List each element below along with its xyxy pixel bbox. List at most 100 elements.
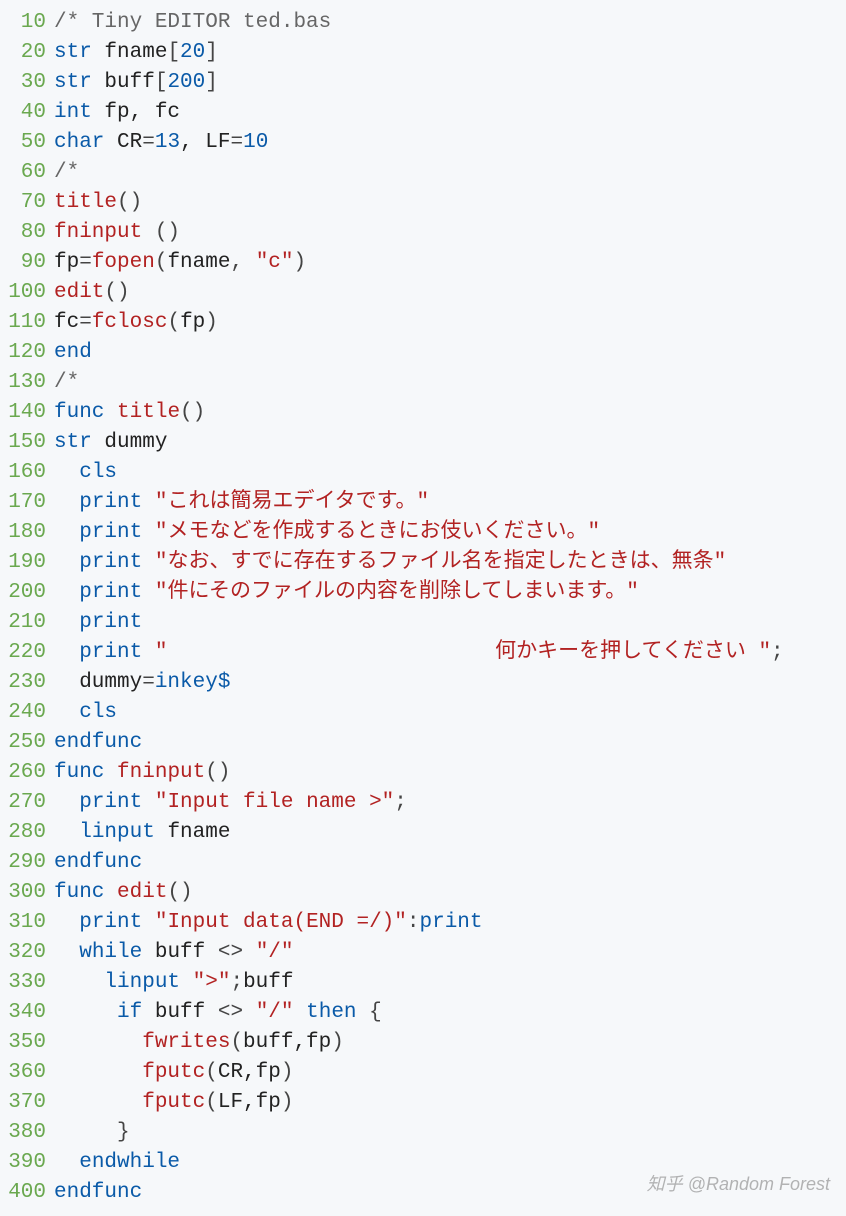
code-line: 10/* Tiny EDITOR ted.bas (0, 8, 846, 38)
token-id (142, 521, 155, 544)
code-content: cls (54, 458, 846, 488)
token-id (54, 971, 104, 994)
token-id: fname (155, 821, 231, 844)
token-str: "Input data(END =/)" (155, 911, 407, 934)
token-num: 13 (155, 131, 180, 154)
line-number: 200 (0, 578, 54, 608)
code-content: dummy=inkey$ (54, 668, 846, 698)
line-number: 350 (0, 1028, 54, 1058)
token-id: buff (142, 941, 218, 964)
token-id: fname (167, 251, 230, 274)
token-id (54, 1121, 117, 1144)
token-id (142, 581, 155, 604)
token-punc: ( (205, 1091, 218, 1114)
token-id (54, 911, 79, 934)
code-content: endfunc (54, 728, 846, 758)
token-punc: ; (230, 971, 243, 994)
token-id (54, 1151, 79, 1174)
line-number: 90 (0, 248, 54, 278)
code-content: func title() (54, 398, 846, 428)
token-fn: edit (117, 881, 167, 904)
token-punc: ( (205, 1061, 218, 1084)
token-id (54, 521, 79, 544)
code-line: 360 fputc(CR,fp) (0, 1058, 846, 1088)
token-kw: func (54, 401, 104, 424)
line-number: 30 (0, 68, 54, 98)
token-id (104, 401, 117, 424)
line-number: 390 (0, 1148, 54, 1178)
line-number: 340 (0, 998, 54, 1028)
code-line: 100edit() (0, 278, 846, 308)
token-id (142, 641, 155, 664)
line-number: 190 (0, 548, 54, 578)
token-id: LF,fp (218, 1091, 281, 1114)
line-number: 130 (0, 368, 54, 398)
code-line: 230 dummy=inkey$ (0, 668, 846, 698)
token-id: fname (92, 41, 168, 64)
token-kw: func (54, 881, 104, 904)
line-number: 180 (0, 518, 54, 548)
code-line: 20str fname[20] (0, 38, 846, 68)
token-kw: int (54, 101, 92, 124)
token-kw: str (54, 71, 92, 94)
code-content: print "これは簡易エデイタです。" (54, 488, 846, 518)
code-line: 50char CR=13, LF=10 (0, 128, 846, 158)
token-kw: print (79, 611, 142, 634)
token-punc: { (369, 1001, 382, 1024)
code-content: print " 何かキーを押してください "; (54, 638, 846, 668)
token-kw: func (54, 761, 104, 784)
code-content: end (54, 338, 846, 368)
token-kw: print (79, 791, 142, 814)
token-punc: ( (230, 1031, 243, 1054)
code-line: 90fp=fopen(fname, "c") (0, 248, 846, 278)
code-line: 240 cls (0, 698, 846, 728)
token-punc: } (117, 1121, 130, 1144)
code-line: 30str buff[200] (0, 68, 846, 98)
line-number: 80 (0, 218, 54, 248)
token-op: = (142, 671, 155, 694)
token-fn: title (54, 191, 117, 214)
token-id (142, 221, 155, 244)
token-str: "c" (256, 251, 294, 274)
line-number: 210 (0, 608, 54, 638)
code-line: 250endfunc (0, 728, 846, 758)
code-content: print "Input file name >"; (54, 788, 846, 818)
line-number: 290 (0, 848, 54, 878)
token-cmt: /* Tiny EDITOR ted.bas (54, 11, 331, 34)
code-line: 210 print (0, 608, 846, 638)
token-fn: fputc (142, 1091, 205, 1114)
token-id: buff,fp (243, 1031, 331, 1054)
code-line: 40int fp, fc (0, 98, 846, 128)
code-line: 70title() (0, 188, 846, 218)
code-content: /* (54, 368, 846, 398)
token-id (357, 1001, 370, 1024)
token-kw: print (79, 551, 142, 574)
token-kw: print (79, 641, 142, 664)
token-id (54, 821, 79, 844)
token-punc: [ (167, 41, 180, 64)
token-kw: endfunc (54, 731, 142, 754)
token-fn: edit (54, 281, 104, 304)
token-fn: title (117, 401, 180, 424)
code-content: /* Tiny EDITOR ted.bas (54, 8, 846, 38)
token-str: "なお、すでに存在するファイル名を指定したときは、無条" (155, 551, 726, 574)
code-line: 150str dummy (0, 428, 846, 458)
token-id: CR (104, 131, 142, 154)
code-content: print (54, 608, 846, 638)
token-op: = (142, 131, 155, 154)
token-id (180, 971, 193, 994)
token-op: <> (218, 941, 243, 964)
code-content: print "メモなどを作成するときにお伎いください。" (54, 518, 846, 548)
line-number: 300 (0, 878, 54, 908)
token-id: buff (243, 971, 293, 994)
token-punc: () (117, 191, 142, 214)
code-content: } (54, 1118, 846, 1148)
token-punc: ) (281, 1091, 294, 1114)
code-line: 340 if buff <> "/" then { (0, 998, 846, 1028)
line-number: 40 (0, 98, 54, 128)
token-op: = (230, 131, 243, 154)
code-content: cls (54, 698, 846, 728)
token-punc: [ (155, 71, 168, 94)
token-id (54, 551, 79, 574)
token-id (54, 491, 79, 514)
